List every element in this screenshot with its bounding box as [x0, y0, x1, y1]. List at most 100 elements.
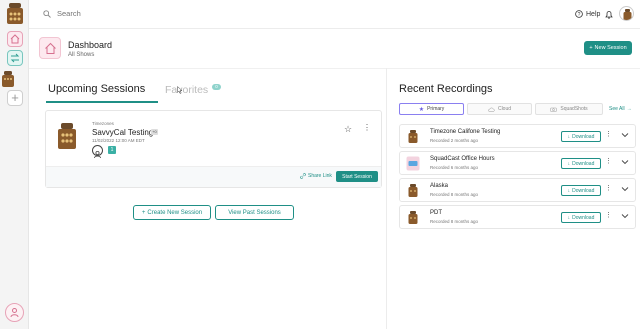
download-icon: ↓ — [567, 133, 571, 140]
recording-thumbnail — [408, 184, 418, 197]
person-icon — [10, 308, 19, 318]
panel-divider — [386, 68, 387, 329]
download-button[interactable]: ↓ Download — [561, 185, 601, 196]
recording-time: Recorded 8 months ago — [430, 192, 479, 197]
page-title: Dashboard — [68, 40, 113, 50]
more-options-icon[interactable]: ⋮ — [605, 184, 612, 192]
filter-primary[interactable]: ★ Primary — [399, 103, 464, 115]
chevron-down-icon[interactable] — [621, 213, 629, 219]
session-tag: +0 — [151, 129, 158, 135]
profile-button[interactable] — [5, 303, 24, 322]
recent-recordings-title: Recent Recordings — [399, 83, 493, 95]
create-new-session-label: Create New Session — [147, 209, 203, 216]
link-icon — [300, 173, 306, 179]
recording-row[interactable]: PDT Recorded 8 months ago ↓ Download ⋮ — [399, 205, 636, 229]
home-icon — [44, 42, 56, 54]
cloud-icon — [488, 107, 495, 112]
more-options-icon[interactable]: ⋮ — [605, 157, 612, 165]
more-options-icon[interactable]: ⋮ — [605, 130, 612, 138]
start-session-button[interactable]: Start Session — [336, 171, 378, 182]
star-icon[interactable]: ☆ — [344, 124, 352, 135]
top-bar: ? Help — [29, 0, 640, 29]
app-root: + ? Help Dashboard All Shows + New Sessi… — [0, 0, 640, 329]
recording-time: Recorded 6 months ago — [430, 165, 479, 170]
user-avatar-icon — [623, 9, 632, 20]
see-all-link[interactable]: See All → — [609, 106, 632, 112]
recording-thumbnail — [408, 211, 418, 224]
plus-icon: + — [589, 45, 593, 51]
switch-button[interactable] — [7, 50, 23, 66]
favorites-count-badge: 0 — [212, 84, 221, 90]
participant-icon — [92, 145, 103, 159]
session-card-actions: Share Link Start Session — [46, 166, 381, 187]
home-button[interactable] — [7, 31, 23, 47]
recording-time: Recorded 2 months ago — [430, 138, 479, 143]
help-label: Help — [586, 10, 601, 18]
share-link-button[interactable]: Share Link — [300, 173, 332, 179]
home-icon — [10, 34, 20, 44]
download-label: Download — [572, 160, 595, 167]
mouse-cursor-icon — [177, 86, 183, 94]
svg-text:?: ? — [578, 12, 581, 18]
share-link-label: Share Link — [308, 173, 332, 179]
arrow-right-icon: → — [626, 106, 632, 112]
filter-squadshots[interactable]: SquadShots — [535, 103, 603, 115]
session-show-image — [58, 123, 76, 149]
recording-row[interactable]: Timezone Califone Testing Recorded 2 mon… — [399, 124, 636, 148]
tab-upcoming-sessions[interactable]: Upcoming Sessions — [48, 83, 145, 95]
chevron-down-icon[interactable] — [621, 132, 629, 138]
user-avatar[interactable] — [619, 6, 634, 21]
create-new-session-button[interactable]: + Create New Session — [133, 205, 211, 220]
download-icon: ↓ — [567, 214, 571, 221]
chevron-down-icon[interactable] — [621, 159, 629, 165]
recording-name: SquadCast Office Hours — [430, 156, 495, 162]
help-button[interactable]: ? Help — [575, 10, 600, 18]
show-logo-icon[interactable] — [4, 2, 26, 26]
filter-cloud-label: Cloud — [497, 106, 512, 112]
download-icon: ↓ — [567, 187, 571, 194]
filter-primary-label: Primary — [427, 106, 445, 112]
recording-thumbnail — [408, 130, 418, 143]
search-icon — [43, 10, 51, 18]
tab-favorites[interactable]: Favorites — [165, 84, 208, 96]
recording-row[interactable]: Alaska Recorded 8 months ago ↓ Download ⋮ — [399, 178, 636, 202]
dashboard-icon-box — [39, 37, 61, 59]
more-options-icon[interactable]: ⋮ — [363, 123, 371, 132]
download-label: Download — [572, 214, 595, 221]
left-rail: + — [0, 0, 29, 329]
chevron-down-icon[interactable] — [621, 186, 629, 192]
recording-name: Alaska — [430, 183, 449, 189]
plus-icon: + — [141, 209, 146, 216]
camera-icon — [550, 107, 558, 112]
filter-squadshots-label: SquadShots — [560, 106, 588, 112]
view-past-sessions-button[interactable]: View Past Sessions — [215, 205, 294, 220]
show-avatar-icon[interactable] — [0, 70, 16, 88]
add-show-button[interactable]: + — [7, 90, 23, 106]
download-button[interactable]: ↓ Download — [561, 158, 601, 169]
session-card[interactable]: Timezones SavvyCal Testing +0 11/02/2022… — [45, 110, 382, 188]
participant-count: 1 — [108, 146, 116, 154]
recording-row[interactable]: SquadCast Office Hours Recorded 6 months… — [399, 151, 636, 175]
recording-name: PDT — [430, 210, 442, 216]
filter-cloud[interactable]: Cloud — [467, 103, 532, 115]
recording-name: Timezone Califone Testing — [430, 129, 501, 135]
new-session-button[interactable]: + New Session — [584, 41, 632, 55]
star-filled-icon: ★ — [418, 106, 425, 113]
download-button[interactable]: ↓ Download — [561, 212, 601, 223]
header-divider — [29, 68, 640, 69]
bell-icon[interactable] — [605, 10, 613, 19]
session-datetime: 11/02/2022 12:00 AM EDT — [92, 138, 145, 143]
download-label: Download — [572, 187, 595, 194]
see-all-label: See All — [609, 106, 625, 112]
recording-time: Recorded 8 months ago — [430, 219, 479, 224]
download-button[interactable]: ↓ Download — [561, 131, 601, 142]
search-input[interactable] — [57, 9, 257, 18]
recording-thumbnail — [406, 156, 420, 171]
download-label: Download — [572, 133, 595, 140]
session-show-name: Timezones — [92, 121, 114, 126]
download-icon: ↓ — [567, 160, 571, 167]
new-session-label: New Session — [594, 45, 627, 51]
plus-icon: + — [11, 90, 19, 105]
session-title: SavvyCal Testing — [92, 128, 154, 137]
more-options-icon[interactable]: ⋮ — [605, 211, 612, 219]
